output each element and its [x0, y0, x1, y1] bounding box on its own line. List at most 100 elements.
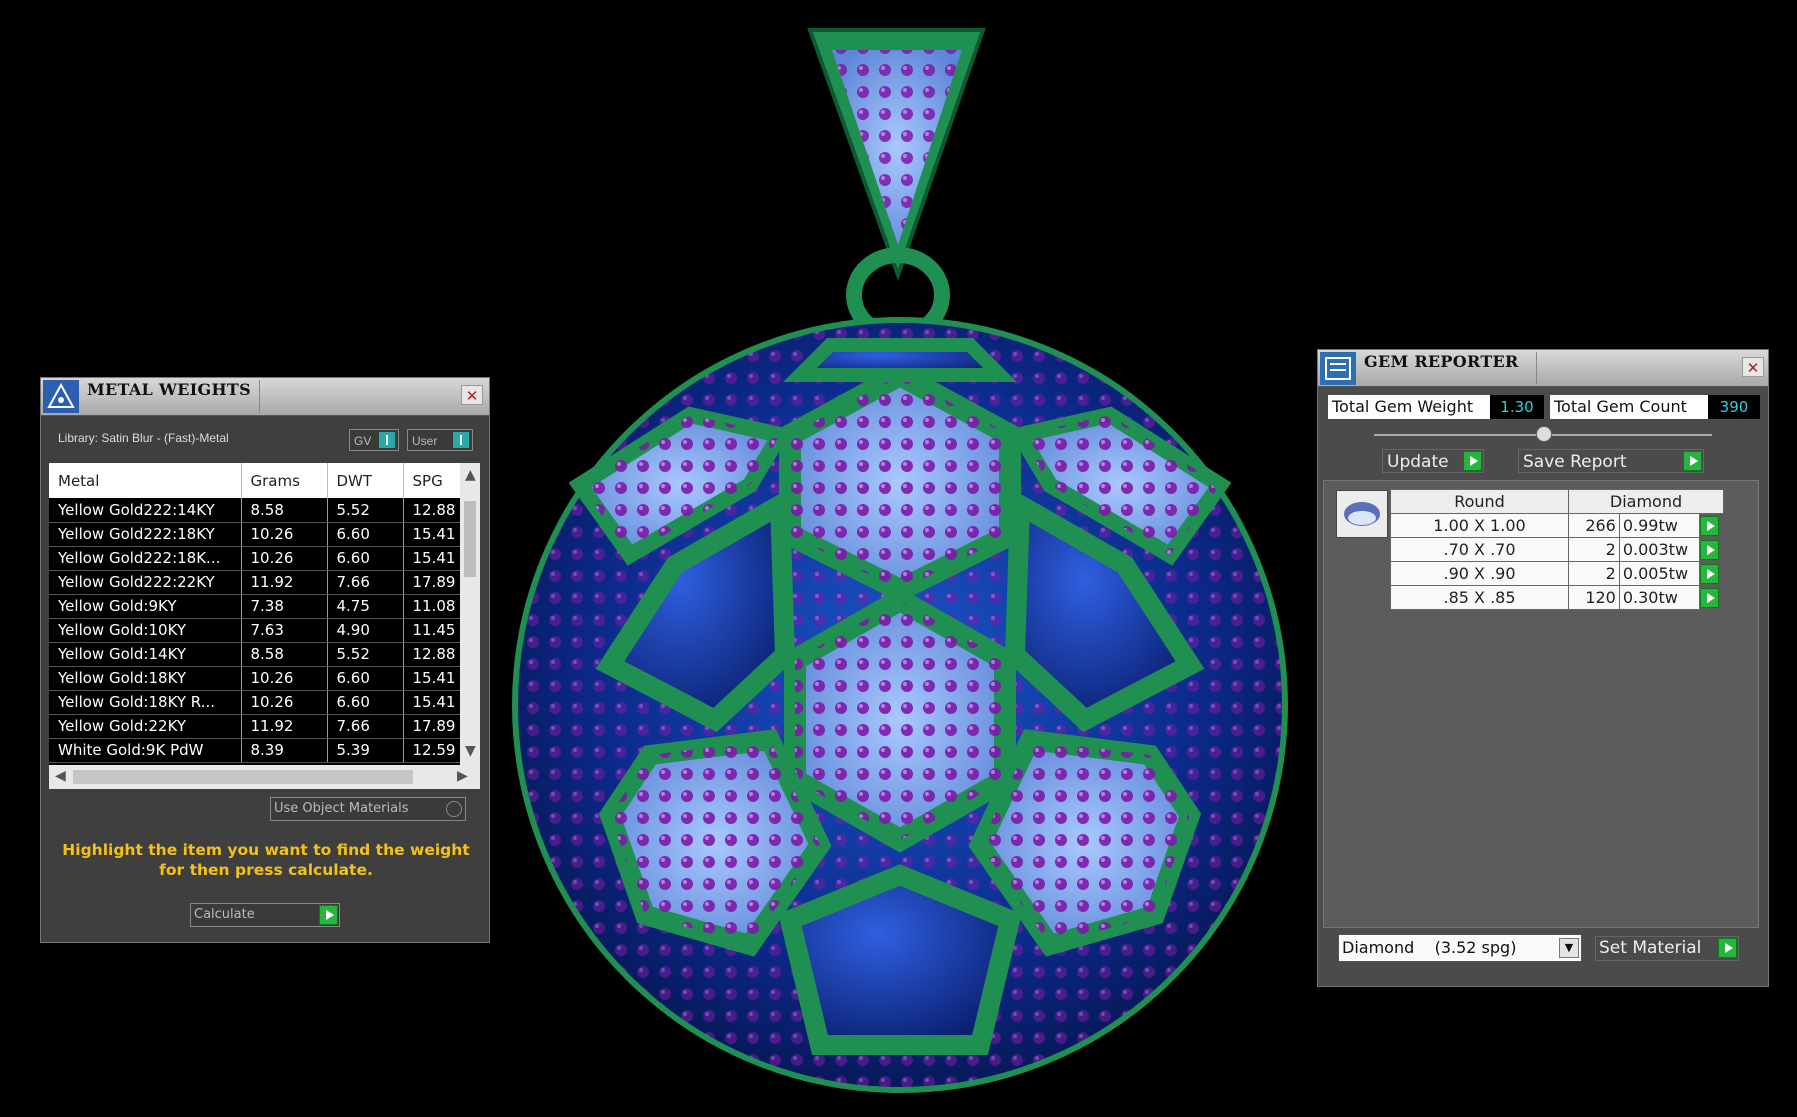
play-icon[interactable] [1683, 451, 1702, 471]
set-material-label: Set Material [1599, 938, 1702, 958]
scroll-up-icon[interactable]: ▲ [465, 467, 476, 483]
grams-cell: 10.26 [241, 690, 328, 715]
material-header: Diamond [1568, 489, 1724, 514]
material-select-value: Diamond (3.52 spg) [1342, 938, 1517, 957]
gem-row[interactable]: .70 X .70 2 0.003tw [1390, 537, 1724, 562]
spg-cell: 17.89 [403, 714, 461, 739]
close-icon[interactable]: ✕ [1742, 357, 1764, 377]
panel-title: METAL WEIGHTS [87, 380, 251, 399]
vertical-scrollbar[interactable]: ▲ ▼ [460, 463, 480, 765]
col-header-grams[interactable]: Grams [241, 463, 328, 498]
gem-count-cell: 2 [1568, 537, 1620, 562]
play-icon[interactable] [319, 905, 338, 925]
dwt-cell: 6.60 [327, 546, 404, 571]
dropdown-arrow-icon[interactable]: ▼ [1559, 938, 1579, 958]
update-button[interactable]: Update [1382, 449, 1484, 473]
spg-cell: 11.08 [403, 594, 461, 619]
metal-cell: Yellow Gold:9KY [49, 594, 242, 619]
table-row[interactable]: Yellow Gold:14KY 8.58 5.52 12.88 [49, 642, 461, 667]
title-divider [1536, 352, 1537, 384]
gem-row[interactable]: .85 X .85 120 0.30tw [1390, 585, 1724, 610]
table-row[interactable]: Yellow Gold222:22KY 11.92 7.66 17.89 [49, 570, 461, 595]
metal-cell: Yellow Gold:14KY [49, 642, 242, 667]
round-gem-icon[interactable] [1336, 490, 1388, 538]
gem-row[interactable]: .90 X .90 2 0.005tw [1390, 561, 1724, 586]
spg-cell: 12.59 [403, 738, 461, 763]
gem-row-action[interactable] [1699, 538, 1723, 562]
metal-table[interactable]: Metal Grams DWT SPG Yellow Gold222:14KY 8… [49, 463, 480, 765]
gem-list-area: Round Diamond 1.00 X 1.00 266 0.99tw .70 X … [1323, 480, 1759, 928]
metal-weights-panel: METAL WEIGHTS ✕ Library: Satin Blur - (F… [40, 377, 490, 943]
play-icon[interactable] [1718, 938, 1737, 958]
gem-reporter-titlebar[interactable]: GEM REPORTER ✕ [1318, 350, 1768, 387]
play-icon[interactable] [1699, 539, 1719, 560]
gem-row[interactable]: 1.00 X 1.00 266 0.99tw [1390, 513, 1724, 538]
save-report-button[interactable]: Save Report [1518, 449, 1704, 473]
gem-row-action[interactable] [1699, 586, 1723, 610]
spg-cell: 15.41 [403, 690, 461, 715]
table-row[interactable]: Yellow Gold:9KY 7.38 4.75 11.08 [49, 594, 461, 619]
gem-row-action[interactable] [1699, 562, 1723, 586]
spg-cell: 11.45 [403, 618, 461, 643]
col-header-dwt[interactable]: DWT [327, 463, 404, 498]
user-label: User [412, 434, 438, 448]
dwt-cell: 4.75 [327, 594, 404, 619]
metal-cell: White Gold:9K PdW [49, 738, 242, 763]
slider-handle[interactable] [1536, 426, 1552, 442]
dwt-cell: 5.52 [327, 642, 404, 667]
metal-weights-icon [43, 380, 79, 413]
pendant-3d-render [512, 28, 1288, 1093]
calculate-button[interactable]: Calculate [190, 903, 340, 927]
horizontal-scrollbar[interactable]: ◀ ▶ [49, 765, 480, 789]
total-gem-count-value: 390 [1708, 395, 1760, 419]
col-header-spg[interactable]: SPG [403, 463, 461, 498]
table-row[interactable]: Yellow Gold:18KY 10.26 6.60 15.41 [49, 666, 461, 691]
table-row[interactable]: Yellow Gold:22KY 11.92 7.66 17.89 [49, 714, 461, 739]
scroll-thumb[interactable] [73, 770, 413, 784]
use-object-materials-toggle[interactable]: Use Object Materials [270, 797, 466, 821]
gem-size-cell: .90 X .90 [1390, 561, 1569, 586]
gem-preview-icon [1344, 502, 1380, 526]
play-icon[interactable] [1699, 563, 1719, 584]
scroll-down-icon[interactable]: ▼ [465, 743, 476, 759]
table-row[interactable]: Yellow Gold:18KY R... 10.26 6.60 15.41 [49, 690, 461, 715]
grams-cell: 8.58 [241, 642, 328, 667]
table-row[interactable]: Yellow Gold222:14KY 8.58 5.52 12.88 [49, 498, 461, 523]
scroll-left-icon[interactable]: ◀ [55, 768, 66, 784]
table-row[interactable]: Yellow Gold222:18KY 10.26 6.60 15.41 [49, 522, 461, 547]
set-material-button[interactable]: Set Material [1595, 936, 1739, 961]
spg-cell: 15.41 [403, 546, 461, 571]
toggle-knob-icon [453, 432, 469, 448]
gem-size-cell: 1.00 X 1.00 [1390, 513, 1569, 538]
instruction-text: Highlight the item you want to find the … [41, 840, 491, 880]
grams-cell: 11.92 [241, 714, 328, 739]
metal-cell: Yellow Gold:22KY [49, 714, 242, 739]
col-header-metal[interactable]: Metal [49, 463, 242, 498]
grams-cell: 10.26 [241, 522, 328, 547]
scroll-right-icon[interactable]: ▶ [457, 768, 468, 784]
table-row[interactable]: Yellow Gold:10KY 7.63 4.90 11.45 [49, 618, 461, 643]
table-row[interactable]: Yellow Gold222:18K... 10.26 6.60 15.41 [49, 546, 461, 571]
user-toggle[interactable]: User [407, 429, 473, 451]
metal-cell: Yellow Gold222:18KY [49, 522, 242, 547]
dwt-cell: 6.60 [327, 666, 404, 691]
play-icon[interactable] [1463, 451, 1482, 471]
dwt-cell: 5.52 [327, 498, 404, 523]
metal-weights-titlebar[interactable]: METAL WEIGHTS ✕ [41, 378, 489, 416]
gv-label: GV [354, 434, 372, 448]
calculate-label: Calculate [194, 907, 255, 922]
gem-table: Round Diamond 1.00 X 1.00 266 0.99tw .70 X … [1390, 489, 1724, 610]
play-icon[interactable] [1699, 587, 1719, 608]
play-icon[interactable] [1699, 516, 1719, 536]
gem-weight-cell: 0.30tw [1618, 585, 1700, 610]
scroll-thumb[interactable] [464, 501, 476, 577]
table-row[interactable]: White Gold:9K PdW 8.39 5.39 12.59 [49, 738, 461, 763]
grams-cell: 10.26 [241, 546, 328, 571]
hint-line-1: Highlight the item you want to find the … [62, 841, 470, 859]
close-icon[interactable]: ✕ [461, 385, 483, 405]
gv-toggle[interactable]: GV [349, 429, 399, 451]
total-gem-weight-label: Total Gem Weight [1328, 395, 1500, 419]
material-select[interactable]: Diamond (3.52 spg) ▼ [1338, 934, 1582, 962]
gem-count-cell: 2 [1568, 561, 1620, 586]
gem-row-action[interactable] [1699, 514, 1723, 538]
